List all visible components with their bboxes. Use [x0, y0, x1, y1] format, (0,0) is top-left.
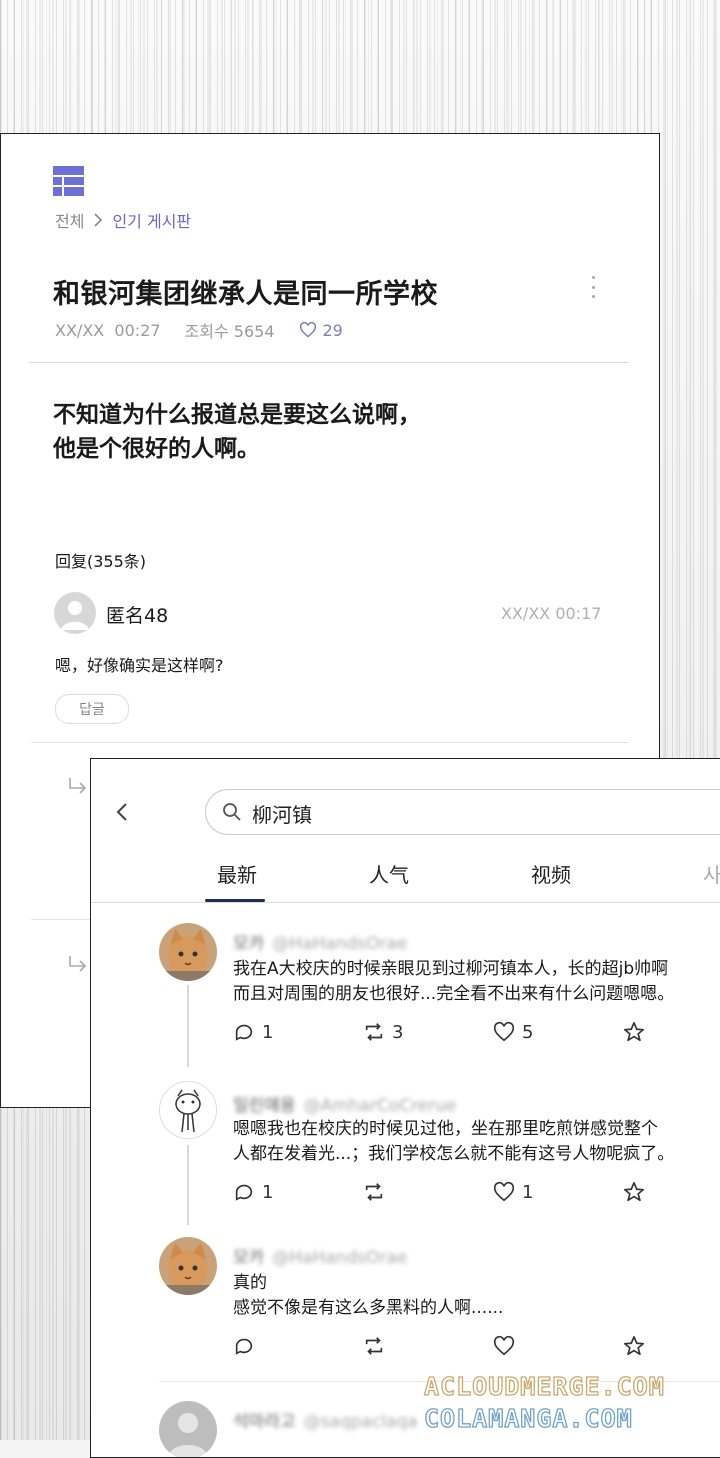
tab-popular[interactable]: 人气 — [369, 859, 409, 888]
star-icon — [624, 1022, 644, 1042]
tweet-actions — [233, 1335, 653, 1359]
like-action[interactable]: 5 — [493, 1021, 533, 1043]
avatar[interactable] — [159, 923, 217, 981]
search-input[interactable] — [250, 796, 704, 830]
divider — [91, 902, 720, 903]
post-datetime: XX/XX 00:27 — [55, 320, 161, 340]
favorite-action[interactable] — [623, 1181, 645, 1203]
comment-icon — [235, 1338, 253, 1355]
search-bar[interactable] — [205, 789, 720, 835]
favorite-action[interactable] — [623, 1335, 645, 1357]
reply-action[interactable]: 1 — [233, 1181, 273, 1203]
reply-action[interactable]: 1 — [233, 1021, 273, 1043]
tweet-text: 真的 感觉不像是有这么多黑料的人啊...... — [233, 1273, 504, 1318]
heart-icon — [493, 1335, 515, 1356]
back-arrow-icon[interactable] — [113, 801, 133, 823]
tweet-text: 我在A大校庆的时候亲眼见到过柳河镇本人，长的超jb帅啊 而且对周围的朋友也很好.… — [233, 959, 675, 1004]
tweet-author: 모카 @HaHandsOrae — [233, 1248, 408, 1268]
replies-count-label: 回复(355条) — [55, 552, 147, 571]
favorite-action[interactable] — [623, 1021, 645, 1043]
star-icon — [624, 1182, 644, 1202]
chevron-right-icon — [94, 213, 103, 227]
anonymous-avatar — [54, 592, 96, 634]
tweet-author: 모카 @HaHandsOrae — [233, 934, 408, 954]
tweet-author: 석마라고 @saqpaclaqa — [233, 1412, 418, 1432]
tab-video[interactable]: 视频 — [531, 859, 571, 888]
comment-timestamp: XX/XX 00:17 — [501, 604, 602, 623]
like-action[interactable]: 1 — [493, 1181, 533, 1203]
reply-button[interactable]: 답글 — [55, 694, 129, 724]
tab-more[interactable]: 사 — [703, 859, 720, 888]
watermark-line-1: ACLOUDMERGE.COM — [423, 1371, 665, 1401]
breadcrumb-current[interactable]: 인기 게시판 — [112, 208, 191, 232]
search-tabs: 最新 人气 视频 사 — [91, 859, 720, 901]
comment-text: 嗯，好像确实是这样啊? — [55, 656, 224, 675]
search-results-panel: 最新 人气 视频 사 모카@HaHandsOrae 我在A大校庆的时候亲眼见到过… — [90, 758, 720, 1458]
star-icon — [624, 1336, 644, 1356]
comment-icon — [235, 1184, 253, 1201]
thread-line — [187, 1145, 189, 1225]
board-logo-icon — [53, 166, 84, 196]
like-action[interactable] — [493, 1335, 515, 1357]
retweet-icon — [365, 1023, 383, 1041]
tweet-author: 밀린얘용 @AmharCoCrerue — [233, 1096, 457, 1116]
avatar[interactable] — [159, 1237, 217, 1295]
breadcrumb-all[interactable]: 전체 — [55, 208, 84, 232]
retweet-icon — [365, 1183, 383, 1201]
reply-arrow-icon — [69, 956, 87, 972]
comment-icon — [235, 1024, 253, 1041]
post-likes[interactable]: 29 — [299, 321, 343, 340]
tweet-actions: 1 1 — [233, 1181, 653, 1205]
heart-icon — [493, 1181, 515, 1202]
retweet-action[interactable] — [363, 1181, 392, 1203]
post-body: 不知道为什么报道总是要这么说啊， 他是个很好的人啊。 — [53, 402, 421, 462]
avatar[interactable] — [159, 1401, 217, 1457]
retweet-action[interactable]: 3 — [363, 1021, 403, 1043]
heart-icon — [299, 322, 316, 338]
tab-latest[interactable]: 最新 — [217, 859, 257, 888]
watermark-line-2: COLAMANGA.COM — [423, 1403, 633, 1433]
retweet-action[interactable] — [363, 1335, 385, 1357]
avatar[interactable] — [159, 1081, 217, 1139]
reply-arrow-icon — [69, 778, 87, 794]
thread-line — [187, 985, 189, 1067]
post-views: 조회수 5654 — [184, 322, 275, 341]
retweet-icon — [365, 1337, 383, 1355]
tweet-actions: 1 3 5 — [233, 1021, 653, 1045]
divider — [31, 742, 629, 743]
divider — [29, 362, 629, 363]
tweet-text: 嗯嗯我也在校庆的时候见过他，坐在那里吃煎饼感觉整个 人都在发着光...；我们学校… — [233, 1119, 675, 1164]
breadcrumb: 전체 인기 게시판 — [55, 208, 191, 232]
search-icon — [223, 803, 241, 821]
more-options-icon[interactable] — [586, 276, 600, 298]
heart-icon — [493, 1021, 515, 1042]
reply-action[interactable] — [233, 1335, 255, 1357]
comment-author: 匿名48 — [106, 605, 169, 627]
post-meta: XX/XX 00:27 조회수 5654 29 — [55, 318, 343, 342]
post-title: 和银河集团继承人是同一所学校 — [53, 279, 438, 310]
